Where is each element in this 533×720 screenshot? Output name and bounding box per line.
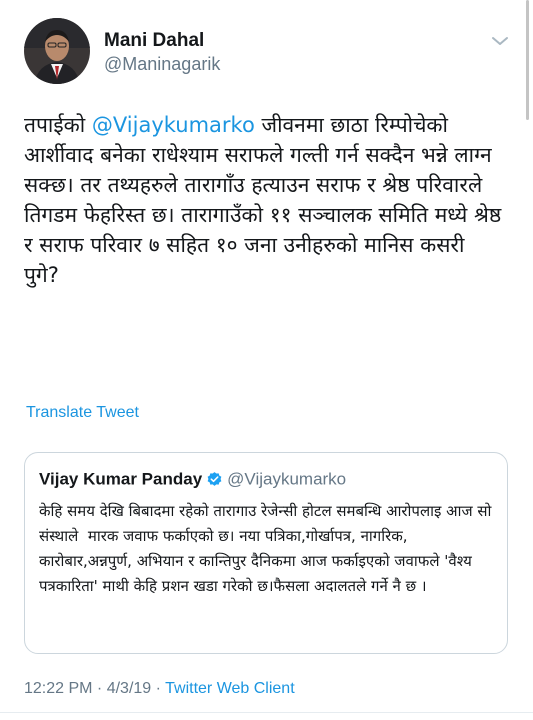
meta-separator: · (151, 680, 166, 697)
tweet-source-link[interactable]: Twitter Web Client (165, 680, 295, 697)
scrollbar[interactable] (526, 0, 529, 120)
meta-separator: · (92, 680, 107, 697)
avatar[interactable] (24, 18, 90, 84)
chevron-down-icon[interactable] (491, 32, 509, 45)
quoted-author-name: Vijay Kumar Panday (39, 469, 203, 489)
verified-badge-icon (206, 471, 223, 488)
quoted-author-handle: @Vijaykumarko (227, 469, 347, 489)
tweet-text: तपाईको @Vijaykumarko जीवनमा छाठा रिम्पोच… (24, 110, 504, 290)
mention-link[interactable]: @Vijaykumarko (92, 113, 255, 137)
tweet-text-part: तपाईको (24, 113, 92, 137)
tweet-metadata: 12:22 PM · 4/3/19 · Twitter Web Client (24, 680, 295, 698)
translate-tweet-link[interactable]: Translate Tweet (26, 404, 139, 422)
author-handle[interactable]: @Maninagarik (104, 54, 220, 75)
tweet-text-part: जीवनमा छाठा रिम्पोचेको आर्शीवाद बनेका रा… (24, 113, 508, 287)
tweet-date[interactable]: 4/3/19 (107, 680, 151, 697)
tweet-header: Mani Dahal @Maninagarik (24, 18, 513, 86)
quoted-tweet-header: Vijay Kumar Panday @Vijaykumarko (39, 469, 346, 490)
tweet-time[interactable]: 12:22 PM (24, 680, 92, 697)
divider (0, 712, 533, 713)
quoted-tweet[interactable]: Vijay Kumar Panday @Vijaykumarko केहि समय… (24, 452, 508, 654)
author-name[interactable]: Mani Dahal (104, 30, 204, 52)
quoted-tweet-text: केहि समय देखि बिबादमा रहेको तारागाउ रेजे… (39, 502, 497, 595)
